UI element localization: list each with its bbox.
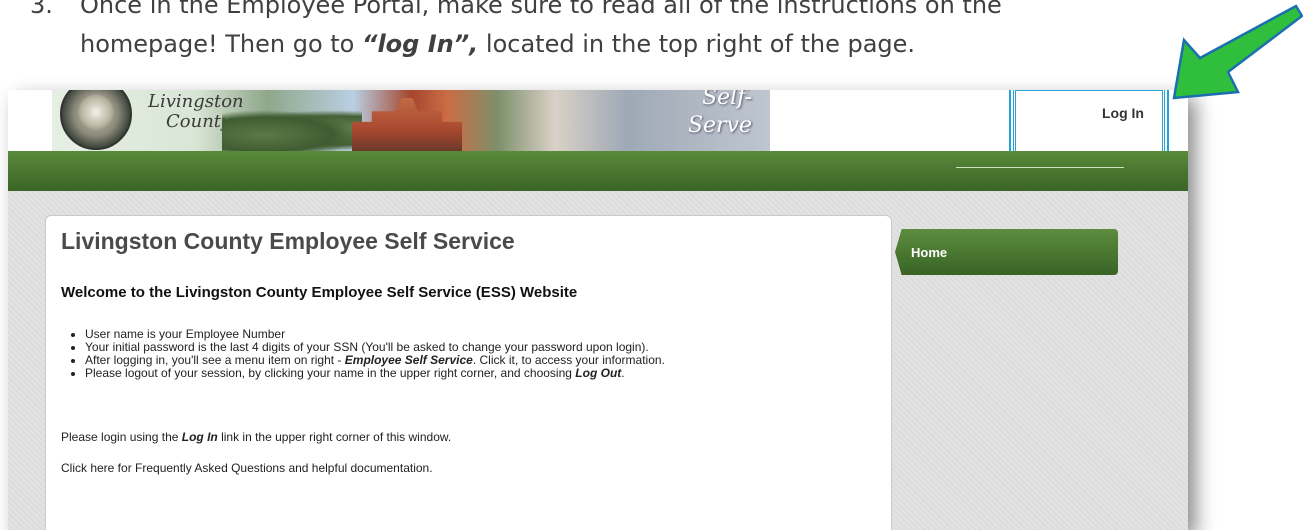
list-item-emphasis: Log Out <box>575 366 622 380</box>
login-highlight-box: Log In <box>1009 90 1169 162</box>
nav-bar <box>8 151 1188 191</box>
login-note-text: link in the upper right corner of this w… <box>217 430 452 444</box>
list-item-text: User name is your Employee Number <box>85 327 286 341</box>
portal-screenshot: Livingston County Self- Serve Log In Liv… <box>8 90 1188 530</box>
instruction-line-2-suffix: located in the top right of the page. <box>478 30 916 58</box>
banner-courthouse-image <box>352 98 462 151</box>
list-item-text: . Click it, to access your information. <box>472 353 665 367</box>
banner-trees-image <box>222 110 362 151</box>
instructions-list: User name is your Employee Number Your i… <box>61 328 665 380</box>
instruction-number: 3. <box>30 0 53 19</box>
login-link[interactable]: Log In <box>1102 105 1144 121</box>
self-serve-line-2: Serve <box>687 113 752 138</box>
green-arrow-icon <box>1172 4 1303 100</box>
instruction-line-2: homepage! Then go to “log In”, located i… <box>80 25 915 64</box>
list-item-text: Please logout of your session, by clicki… <box>85 366 576 380</box>
header-banner: Livingston County Self- Serve <box>52 90 770 151</box>
brand-line-1: Livingston <box>148 91 244 112</box>
instruction-login-emphasis: “log In”, <box>361 30 479 58</box>
list-item-text: Your initial password is the last 4 digi… <box>85 340 649 354</box>
list-item-emphasis: Employee Self Service <box>344 353 473 367</box>
main-content-panel: Livingston County Employee Self Service … <box>45 215 892 530</box>
login-note-text: Please login using the <box>61 430 182 444</box>
page-title: Livingston County Employee Self Service <box>61 228 515 254</box>
header-bar: Livingston County Self- Serve Log In <box>8 90 1188 162</box>
list-item-text: . <box>621 366 625 380</box>
list-item: Please logout of your session, by clicki… <box>85 367 665 380</box>
login-note-emphasis: Log In <box>181 430 218 444</box>
sidebar-item-home[interactable]: Home <box>895 229 1118 275</box>
county-seal-logo <box>60 90 132 150</box>
sidebar-item-label: Home <box>911 245 948 260</box>
nav-underline <box>956 167 1124 168</box>
welcome-heading: Welcome to the Livingston County Employe… <box>61 284 578 301</box>
instruction-line-2-prefix: homepage! Then go to <box>80 30 362 58</box>
faq-link[interactable]: Click here for Frequently Asked Question… <box>61 461 433 475</box>
self-serve-line-1: Self- <box>702 90 752 110</box>
self-serve-wordmark: Self- Serve <box>688 90 752 140</box>
list-item-text: After logging in, you'll see a menu item… <box>85 353 345 367</box>
login-instruction: Please login using the Log In link in th… <box>61 430 451 444</box>
instruction-line-1: Once in the Employee Portal, make sure t… <box>80 0 1002 19</box>
